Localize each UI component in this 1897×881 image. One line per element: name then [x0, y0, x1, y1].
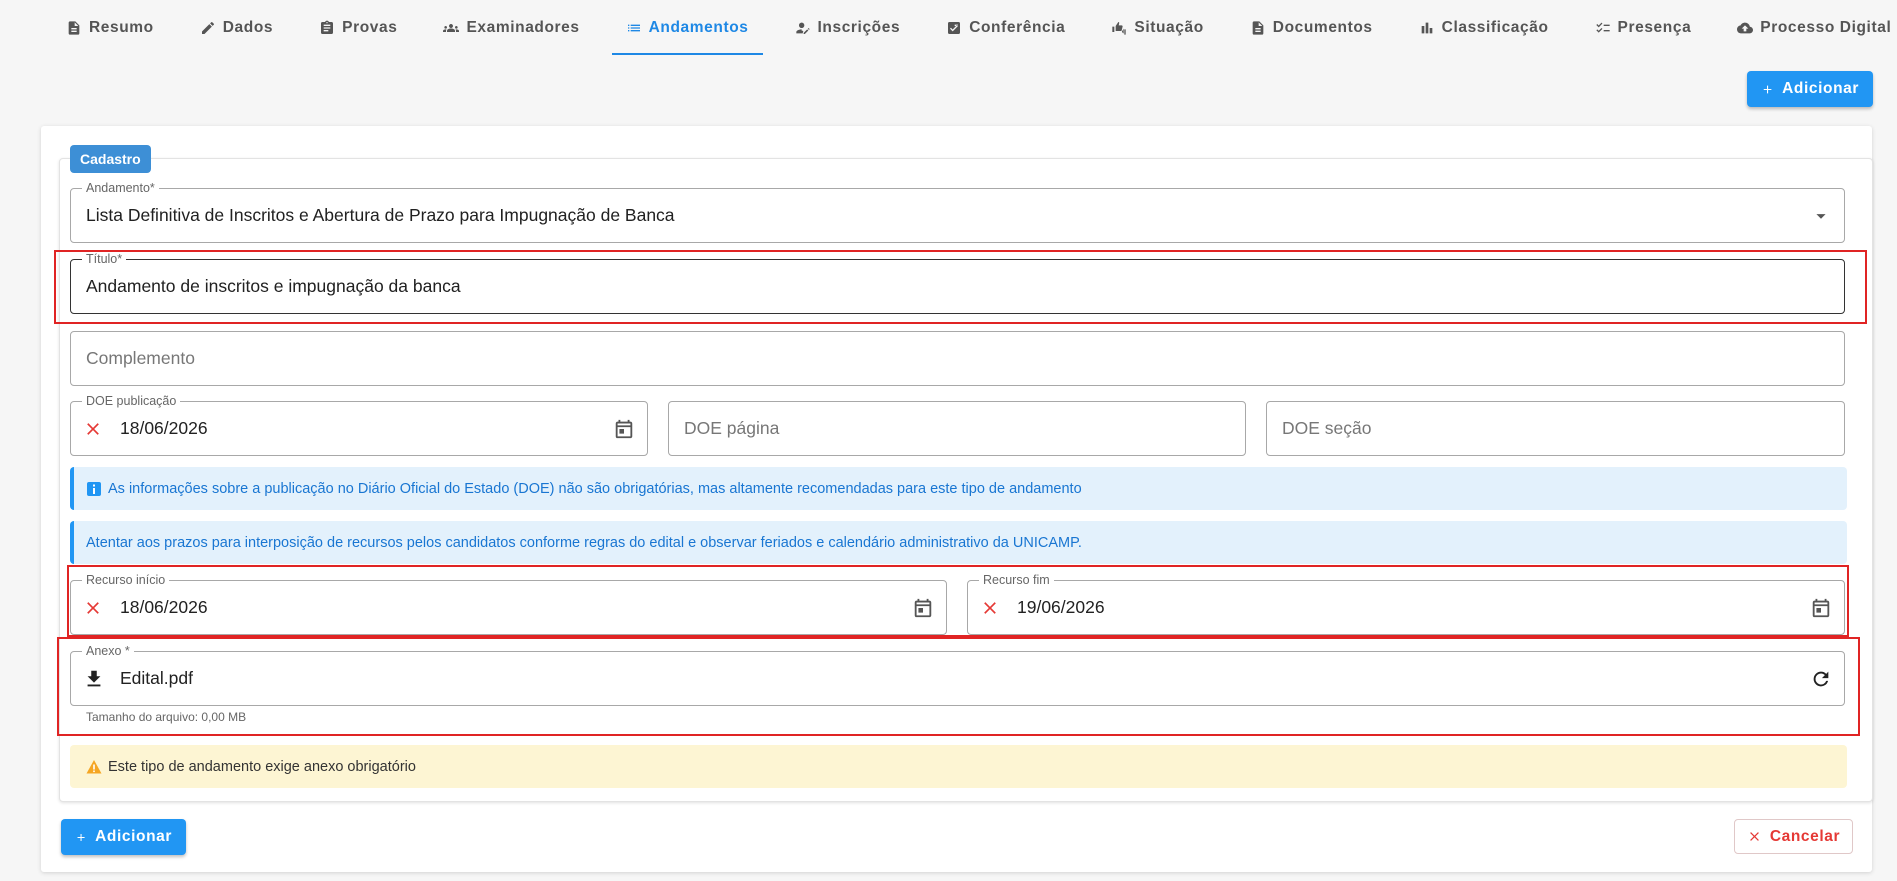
doe-pagina-placeholder: DOE página [684, 418, 780, 438]
anexo-field[interactable]: Anexo * Edital.pdf [70, 644, 1845, 706]
tab-situacao[interactable]: Situação [1097, 0, 1217, 56]
tab-label: Documentos [1272, 19, 1373, 36]
tab-documentos[interactable]: Documentos [1236, 0, 1387, 56]
add-button-label: Adicionar [1782, 80, 1859, 97]
doe-secao-field[interactable]: DOE seção [1266, 401, 1845, 456]
cancel-button[interactable]: Cancelar [1734, 819, 1853, 854]
plus-icon [77, 833, 85, 841]
tab-label: Presença [1617, 19, 1692, 36]
tab-presenca[interactable]: Presença [1581, 0, 1706, 56]
pencil-icon [201, 21, 214, 34]
andamento-label: Andamento* [82, 181, 159, 195]
tab-classificacao[interactable]: Classificação [1405, 0, 1563, 56]
add-button-label: Adicionar [95, 828, 172, 845]
complemento-placeholder: Complemento [86, 348, 195, 368]
recurso-fim-value: 19/06/2026 [1017, 597, 1105, 617]
doe-publicacao-value: 18/06/2026 [120, 418, 208, 438]
dropdown-arrow-icon [1816, 213, 1826, 219]
complemento-field[interactable]: Complemento [70, 331, 1845, 386]
tab-label: Resumo [89, 19, 154, 36]
tab-bar: Resumo Dados Provas Examinadores Andamen… [0, 0, 1897, 56]
tab-label: Processo Digital [1760, 19, 1892, 36]
tab-label: Andamentos [648, 19, 749, 36]
tab-label: Situação [1134, 19, 1204, 36]
tab-resumo[interactable]: Resumo [52, 0, 168, 56]
andamento-select[interactable]: Andamento* Lista Definitiva de Inscritos… [70, 181, 1845, 243]
anexo-warning-text: Este tipo de andamento exige anexo obrig… [108, 758, 416, 775]
tab-label: Inscrições [817, 19, 901, 36]
anexo-size-hint: Tamanho do arquivo: 0,00 MB [86, 710, 247, 724]
calendar-icon[interactable] [613, 418, 635, 440]
bar-chart-icon [1421, 22, 1432, 34]
tab-andamentos[interactable]: Andamentos [611, 0, 763, 56]
recurso-inicio-label: Recurso início [82, 573, 170, 587]
plus-icon [1763, 85, 1772, 93]
add-button-top[interactable]: Adicionar [1747, 71, 1873, 107]
warning-icon [86, 759, 102, 773]
clear-icon[interactable] [83, 598, 103, 618]
anexo-warning-alert: Este tipo de andamento exige anexo obrig… [70, 745, 1847, 788]
tab-label: Dados [222, 19, 274, 36]
prazos-info-text: Atentar aos prazos para interposição de … [86, 534, 1082, 551]
recurso-fim-field[interactable]: Recurso fim 19/06/2026 [967, 573, 1845, 635]
doe-info-text: As informações sobre a publicação no Diá… [108, 480, 1082, 497]
person-edit-icon [795, 22, 810, 34]
download-icon[interactable] [83, 668, 105, 690]
tab-dados[interactable]: Dados [186, 0, 287, 56]
tab-inscricoes[interactable]: Inscrições [781, 0, 915, 56]
section-label: Cadastro [70, 145, 151, 173]
doe-publicacao-label: DOE publicação [82, 394, 181, 408]
recurso-inicio-field[interactable]: Recurso início 18/06/2026 [70, 573, 947, 635]
anexo-label: Anexo * [82, 644, 134, 658]
group-icon [443, 24, 460, 32]
tab-label: Provas [342, 19, 398, 36]
clear-icon[interactable] [980, 598, 1000, 618]
cloud-upload-icon [1737, 22, 1754, 34]
titulo-label: Título* [82, 252, 127, 266]
prazos-info-alert: Atentar aos prazos para interposição de … [70, 521, 1847, 564]
checklist-icon [1595, 22, 1610, 33]
checklist-box-icon [948, 22, 961, 34]
close-icon [1749, 832, 1759, 841]
titulo-field[interactable]: Título* Andamento de inscritos e impugna… [70, 252, 1845, 314]
anexo-value: Edital.pdf [120, 668, 193, 688]
doe-publicacao-field[interactable]: DOE publicação 18/06/2026 [70, 394, 648, 456]
refresh-icon[interactable] [1810, 668, 1832, 690]
cancel-button-label: Cancelar [1769, 827, 1841, 845]
tab-examinadores[interactable]: Examinadores [429, 0, 593, 56]
list-icon [627, 24, 640, 32]
thumbs-icon [1112, 22, 1127, 35]
file-icon [1252, 21, 1264, 35]
tab-label: Classificação [1441, 19, 1549, 36]
andamento-value: Lista Definitiva de Inscritos e Abertura… [86, 205, 675, 225]
add-button-bottom[interactable]: Adicionar [61, 819, 186, 855]
calendar-icon[interactable] [912, 597, 934, 619]
clipboard-icon [321, 20, 334, 34]
doe-pagina-field[interactable]: DOE página [668, 401, 1246, 456]
tab-provas[interactable]: Provas [305, 0, 411, 56]
recurso-inicio-value: 18/06/2026 [120, 597, 208, 617]
tab-processo-digital[interactable]: Processo Digital [1723, 0, 1897, 56]
titulo-value: Andamento de inscritos e impugnação da b… [86, 276, 461, 296]
document-icon [68, 21, 80, 35]
doe-secao-placeholder: DOE seção [1282, 418, 1372, 438]
tab-label: Conferência [969, 19, 1066, 36]
clear-icon[interactable] [83, 419, 103, 439]
tab-conferencia[interactable]: Conferência [932, 0, 1079, 56]
tab-label: Examinadores [466, 19, 580, 36]
recurso-fim-label: Recurso fim [979, 573, 1054, 587]
calendar-icon[interactable] [1810, 597, 1832, 619]
doe-info-alert: As informações sobre a publicação no Diá… [70, 467, 1847, 510]
info-icon [87, 481, 101, 496]
